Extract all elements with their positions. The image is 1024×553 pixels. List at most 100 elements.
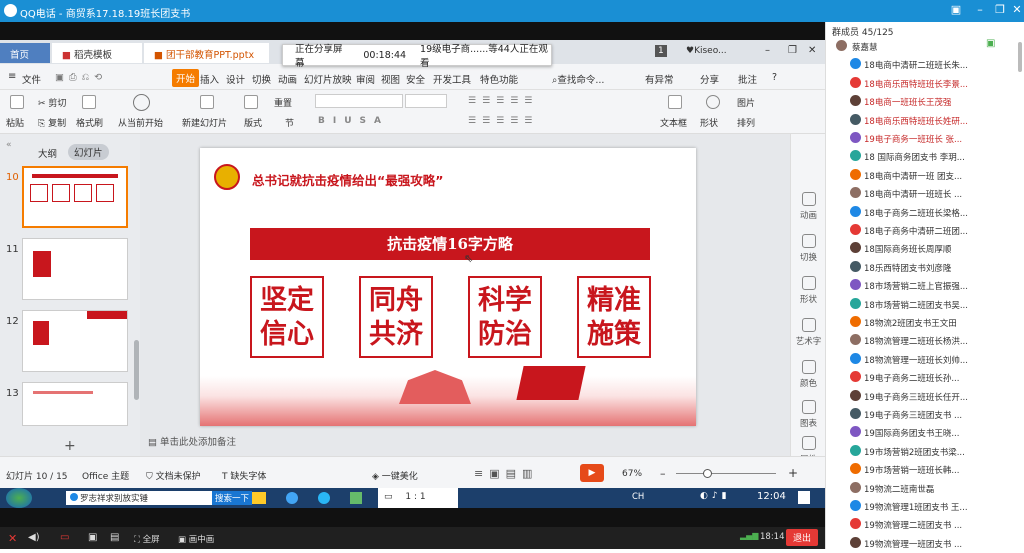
add-slide-button[interactable]: +: [64, 438, 76, 454]
new-slide-icon[interactable]: [200, 95, 214, 109]
zoom-in-button[interactable]: +: [788, 466, 798, 480]
menu-view[interactable]: 视图: [381, 72, 400, 86]
menu-developer[interactable]: 开发工具: [433, 72, 471, 86]
current-slide[interactable]: 总书记就抗击疫情给出“最强攻略” 抗击疫情16字方略 坚定 信心 同舟 共济 科学防…: [200, 148, 696, 426]
align-buttons[interactable]: ☰☰☰☰☰: [468, 116, 538, 126]
speaker-icon[interactable]: ◀): [28, 532, 40, 543]
mic-muted-icon[interactable]: ✕: [8, 532, 17, 545]
zoom-level[interactable]: 67%: [622, 469, 642, 479]
search-command[interactable]: ⌕查找命令...: [552, 72, 604, 86]
member-row[interactable]: 19电子商务三班班长任开...: [826, 387, 1024, 406]
tab-file[interactable]: ■ 团干部教育PPT.pptx: [144, 43, 269, 63]
member-row[interactable]: 18电子商务二班班长梁格...: [826, 203, 1024, 222]
explorer-icon[interactable]: [252, 492, 266, 504]
panel-color[interactable]: 颜色: [791, 360, 826, 389]
member-row[interactable]: 18 国际商务团支书 李玥...: [826, 147, 1024, 166]
member-row[interactable]: 18市场营销二班上官振强...: [826, 276, 1024, 295]
ie-search-button[interactable]: 搜索一下: [212, 491, 253, 505]
panel-shape[interactable]: 形状: [791, 276, 826, 305]
screen-share-icon[interactable]: ▣: [88, 532, 97, 543]
member-row[interactable]: 蔡嘉慧: [826, 37, 1024, 56]
member-scrollbar[interactable]: [1018, 42, 1022, 72]
slide-thumbnail-10[interactable]: [22, 166, 128, 228]
member-row[interactable]: 18乐西特团支书刘彦隆: [826, 258, 1024, 277]
font-name-select[interactable]: [315, 94, 403, 108]
play-slideshow-button[interactable]: ▶: [580, 464, 604, 482]
wps-minimize-button[interactable]: –: [765, 45, 770, 56]
help-icon[interactable]: ?: [772, 72, 777, 83]
play-icon[interactable]: [133, 94, 150, 111]
view-mode-buttons[interactable]: ≡▣▤▥: [474, 467, 538, 480]
member-row[interactable]: 18物流2班团支书王文田: [826, 313, 1024, 332]
paste-icon[interactable]: [10, 95, 24, 109]
menu-file[interactable]: 文件: [22, 72, 41, 86]
textbox-button[interactable]: 文本框: [660, 116, 687, 129]
member-row[interactable]: 19电子商务一班班长 张...: [826, 129, 1024, 148]
member-row[interactable]: 19市场营销2班团支书梁...: [826, 442, 1024, 461]
format-painter-button[interactable]: 格式刷: [76, 116, 103, 129]
thumbnail-scrollbar[interactable]: [134, 340, 139, 400]
member-row[interactable]: 19市场营销一班班长韩...: [826, 460, 1024, 479]
browser-taskbar-icon[interactable]: [318, 492, 330, 504]
menu-features[interactable]: 特色功能: [480, 72, 518, 86]
collapse-icon[interactable]: «: [6, 140, 12, 150]
reset-button[interactable]: 重置: [274, 96, 292, 109]
camera-off-icon[interactable]: ▭: [60, 532, 69, 543]
new-slide-button[interactable]: 新建幻灯片: [182, 116, 227, 129]
qq-taskbar-icon[interactable]: [286, 492, 298, 504]
sync-status[interactable]: 有异常: [645, 72, 674, 86]
tray-icons[interactable]: ◐♪▮: [700, 491, 731, 501]
member-row[interactable]: 18市场营销二班团支书吴...: [826, 295, 1024, 314]
format-painter-icon[interactable]: [82, 95, 96, 109]
menu-insert[interactable]: 插入: [200, 72, 219, 86]
menu-slideshow[interactable]: 幻灯片放映: [304, 72, 352, 86]
member-row[interactable]: 18物流管理二班班长杨洪...: [826, 331, 1024, 350]
slides-tab[interactable]: 幻灯片: [68, 144, 109, 160]
slide-thumbnail-13[interactable]: [22, 382, 128, 426]
tab-templates[interactable]: ■ 稻壳模板: [52, 43, 142, 63]
notification-icon[interactable]: [798, 491, 810, 504]
media-taskbar-icon[interactable]: [350, 492, 362, 504]
menu-home[interactable]: 开始: [172, 69, 200, 87]
member-row[interactable]: 19物流管理1班团支书 王...: [826, 497, 1024, 516]
member-row[interactable]: 19电子商务二班班长孙...: [826, 368, 1024, 387]
quick-access-icons[interactable]: ▣⎙⎌⟲: [55, 72, 107, 83]
member-row[interactable]: 19物流管理一班团支书 ...: [826, 534, 1024, 553]
chat-icon[interactable]: ▤: [110, 532, 119, 543]
member-row[interactable]: 18电子商务中清研二班团...: [826, 221, 1024, 240]
panel-animation[interactable]: 动画: [791, 192, 826, 221]
notes-area[interactable]: ▤ 单击此处添加备注: [148, 434, 236, 448]
member-row[interactable]: 19物流二班南世磊: [826, 479, 1024, 498]
layout-button[interactable]: 版式: [244, 116, 262, 129]
member-row[interactable]: 18物流管理一班班长刘帅...: [826, 350, 1024, 369]
exit-button[interactable]: 退出: [786, 529, 819, 546]
outline-tab[interactable]: 大纲: [38, 146, 57, 160]
menu-review[interactable]: 审阅: [356, 72, 375, 86]
slide-thumbnail-12[interactable]: [22, 310, 128, 372]
protect-status[interactable]: ⛉ 文档未保护: [146, 469, 201, 482]
panel-transition[interactable]: 切换: [791, 234, 826, 263]
menu-design[interactable]: 设计: [226, 72, 245, 86]
member-row[interactable]: 19国际商务团支书王晓...: [826, 423, 1024, 442]
panel-chart[interactable]: 图表: [791, 400, 826, 429]
zoom-slider-handle[interactable]: [703, 469, 712, 478]
copy-button[interactable]: ⎘ 复制: [38, 116, 66, 129]
font-style-buttons[interactable]: BIUSA: [318, 116, 389, 126]
pip-button[interactable]: ▣ 画中画: [178, 533, 214, 545]
member-row[interactable]: 18电商一班班长王茂强: [826, 92, 1024, 111]
member-row[interactable]: 18电商乐西特班班长李景...: [826, 74, 1024, 93]
paste-button[interactable]: 粘贴: [6, 116, 24, 129]
wps-restore-button[interactable]: ❐: [788, 45, 797, 56]
minimize-button[interactable]: –: [970, 3, 990, 16]
fullscreen-button[interactable]: ⛶ 全屏: [134, 533, 160, 545]
cut-button[interactable]: ✂ 剪切: [38, 96, 66, 109]
ime-indicator[interactable]: CH: [632, 492, 644, 502]
slide-thumbnail-11[interactable]: [22, 238, 128, 300]
paragraph-buttons[interactable]: ☰☰☰☰☰: [468, 96, 538, 106]
menu-transition[interactable]: 切换: [252, 72, 271, 86]
font-size-select[interactable]: [405, 94, 447, 108]
menu-animation[interactable]: 动画: [278, 72, 297, 86]
member-row[interactable]: 18电商中清研一班班长 ...: [826, 184, 1024, 203]
member-row[interactable]: 18电商中清研二班班长朱...: [826, 55, 1024, 74]
panel-wordart[interactable]: 艺术字: [791, 318, 826, 347]
